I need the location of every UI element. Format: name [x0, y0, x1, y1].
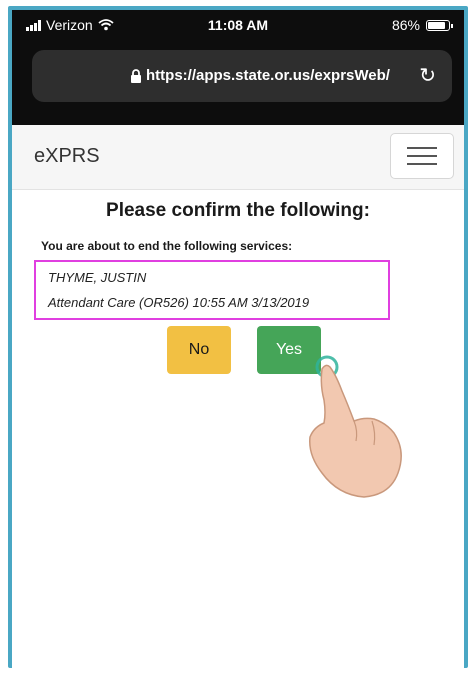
site-navbar: eXPRS: [12, 125, 464, 190]
page-title: Please confirm the following:: [106, 200, 370, 221]
client-name: THYME, JUSTIN: [48, 270, 147, 285]
hamburger-icon[interactable]: [390, 133, 454, 179]
lock-icon: [131, 68, 141, 83]
no-button[interactable]: No: [167, 326, 231, 374]
confirm-subtitle: You are about to end the following servi…: [41, 239, 293, 253]
status-right: 86%: [391, 17, 453, 33]
battery-icon: [426, 19, 453, 31]
brand-logo-text[interactable]: eXPRS: [34, 145, 100, 168]
url-text: https://apps.state.or.us/exprsWeb/: [146, 67, 390, 84]
service-line: Attendant Care (OR526) 10:55 AM 3/13/201…: [48, 295, 310, 310]
status-bar: Verizon 11:08 AM 86%: [12, 10, 464, 40]
reload-icon[interactable]: ↻: [419, 63, 436, 88]
address-bar[interactable]: https://apps.state.or.us/exprsWeb/ ↻: [32, 50, 452, 102]
battery-percent: 86%: [391, 17, 420, 33]
pointing-hand-icon: [309, 355, 402, 498]
url-display[interactable]: https://apps.state.or.us/exprsWeb/: [130, 67, 390, 84]
phone-screen: Verizon 11:08 AM 86% https://apps.state.…: [12, 10, 464, 668]
screenshot-frame: Verizon 11:08 AM 86% https://apps.state.…: [0, 0, 475, 673]
browser-chrome: https://apps.state.or.us/exprsWeb/ ↻: [12, 40, 464, 125]
services-highlight-box: THYME, JUSTIN Attendant Care (OR526) 10:…: [34, 260, 390, 320]
